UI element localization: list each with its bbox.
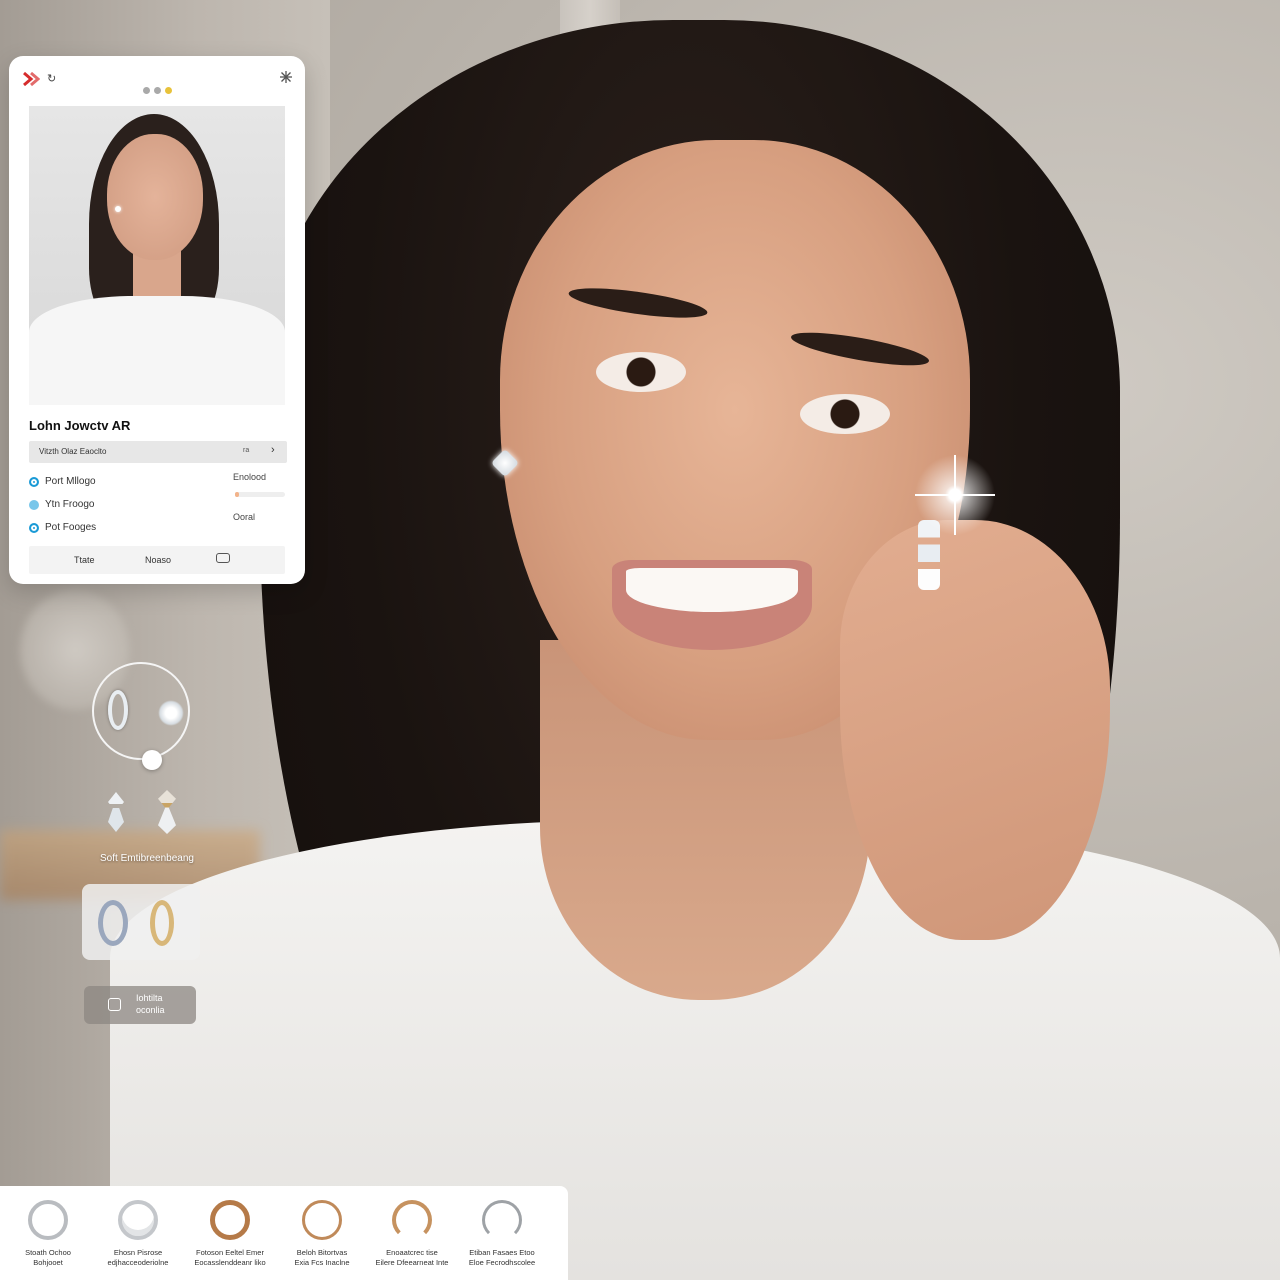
product-item[interactable]: Etiban Fasaes Etoo Eloe Fecrodhscolee (460, 1200, 544, 1268)
product-name: Etiban Fasaes Etoo Eloe Fecrodhscolee (460, 1248, 544, 1268)
refresh-icon[interactable]: ↻ (47, 72, 56, 85)
radio-icon[interactable] (29, 499, 39, 510)
product-name-line-2: Exia Fcs Inaclne (294, 1258, 350, 1267)
option-label: Pot Fooges (45, 522, 97, 533)
product-name-line-2: Eloe Fecrodhscolee (468, 1258, 536, 1267)
product-name-line-2: Eocasslenddeanr liko (194, 1258, 266, 1267)
ar-app-panel: ↻ Lohn Jowctv AR Vitzth Olaz Eaoclto ra … (9, 56, 305, 584)
ring-thumbnail-icon (210, 1200, 250, 1240)
adjustment-label-top: Enolood (233, 472, 267, 482)
product-item[interactable]: Enoaatcrec tise Eilere Dfeearneat Inte (370, 1200, 454, 1268)
preview-earring (115, 206, 121, 212)
page-dot-active[interactable] (165, 87, 172, 94)
model-mouth (612, 560, 812, 650)
try-on-line-2: oconlia (136, 1005, 165, 1015)
picker-caption: Soft Emtibreenbeang (100, 853, 194, 864)
gold-hoop-icon[interactable] (150, 900, 174, 946)
ar-camera-preview[interactable] (29, 106, 285, 405)
product-name: Ehosn Pisrose edjhacceoderiolne (96, 1248, 180, 1268)
radio-icon[interactable] (29, 522, 39, 533)
product-name-line-1: Etiban Fasaes Etoo (469, 1248, 535, 1257)
product-selector-label: Vitzth Olaz Eaoclto (39, 447, 107, 456)
panel-topbar: ↻ (9, 56, 305, 102)
ring-thumbnail-icon (302, 1200, 342, 1240)
product-name-line-1: Stoath Ochoo (25, 1248, 71, 1257)
product-name-line-2: Eilere Dfeearneat Inte (375, 1258, 449, 1267)
flower-stud-icon[interactable] (158, 700, 184, 726)
preview-shirt (29, 296, 285, 405)
model-eye-left (596, 352, 686, 392)
product-name: Beloh Bitortvas Exia Fcs Inaclne (280, 1248, 364, 1268)
selector-knob[interactable] (142, 750, 162, 770)
product-name: Fotoson Eeltel Emer Eocasslenddeanr liko (188, 1248, 272, 1268)
product-name-line-1: Ehosn Pisrose (113, 1248, 163, 1257)
option-item[interactable]: Ytn Froogo (29, 493, 169, 516)
product-name-line-2: Bohjooet (33, 1258, 63, 1267)
product-name: Enoaatcrec tise Eilere Dfeearneat Inte (370, 1248, 454, 1268)
adjustment-slider[interactable] (235, 492, 285, 497)
product-selector-mark: ra (243, 447, 250, 454)
share-icon[interactable] (216, 553, 230, 563)
product-item[interactable]: Stoath Ochoo Bohjooet (6, 1200, 90, 1268)
product-strip: Stoath Ochoo Bohjooet Ehosn Pisrose edjh… (0, 1186, 568, 1280)
rings-card[interactable] (82, 884, 200, 960)
product-name-line-2: edjhacceoderiolne (107, 1258, 169, 1267)
ring-thumbnail-icon (482, 1200, 522, 1240)
product-name-line-1: Beloh Bitortvas (296, 1248, 348, 1257)
sparkle-effect (905, 455, 1005, 535)
product-item[interactable]: Fotoson Eeltel Emer Eocasslenddeanr liko (188, 1200, 272, 1268)
option-label: Port Mllogo (45, 476, 96, 487)
chevron-right-icon[interactable]: › (271, 444, 275, 456)
app-title: Lohn Jowctv AR (29, 418, 131, 433)
camera-icon (108, 998, 121, 1011)
slider-fill (235, 492, 239, 497)
hoop-earring-icon[interactable] (108, 690, 128, 730)
model-teeth (626, 568, 798, 612)
ring-thumbnail-icon (392, 1200, 432, 1240)
radio-icon[interactable] (29, 476, 39, 487)
option-item[interactable]: Port Mllogo (29, 470, 169, 493)
model-hand (840, 520, 1110, 940)
option-label: Ytn Froogo (45, 499, 95, 510)
product-item[interactable]: Ehosn Pisrose edjhacceoderiolne (96, 1200, 180, 1268)
product-name-line-1: Fotoson Eeltel Emer (196, 1248, 264, 1257)
settings-icon[interactable] (279, 70, 293, 84)
silver-hoop-icon[interactable] (98, 900, 128, 946)
try-on-button[interactable]: Iohtilta oconlia (84, 986, 196, 1024)
option-item[interactable]: Pot Fooges (29, 516, 169, 539)
ring-thumbnail-icon (28, 1200, 68, 1240)
page-dot[interactable] (154, 87, 161, 94)
panel-bottom-bar: Ttate Noaso (29, 546, 285, 574)
ring-thumbnail-icon (118, 1200, 158, 1240)
product-item[interactable]: Beloh Bitortvas Exia Fcs Inaclne (280, 1200, 364, 1268)
product-name-line-1: Enoaatcrec tise (386, 1248, 438, 1257)
option-list: Port Mllogo Ytn Froogo Pot Fooges (29, 470, 169, 539)
brand-logo-icon (23, 71, 40, 87)
bottom-button-1[interactable]: Ttate (74, 555, 95, 565)
try-on-line-1: Iohtilta (136, 993, 163, 1003)
preview-face (107, 134, 203, 260)
product-name: Stoath Ochoo Bohjooet (6, 1248, 90, 1268)
product-selector[interactable]: Vitzth Olaz Eaoclto ra › (29, 441, 287, 463)
page-indicator (143, 87, 172, 94)
adjustment-label-bottom: Ooral (233, 512, 256, 522)
bottom-button-2[interactable]: Noaso (145, 555, 171, 565)
model-eye-right (800, 394, 890, 434)
page-dot[interactable] (143, 87, 150, 94)
